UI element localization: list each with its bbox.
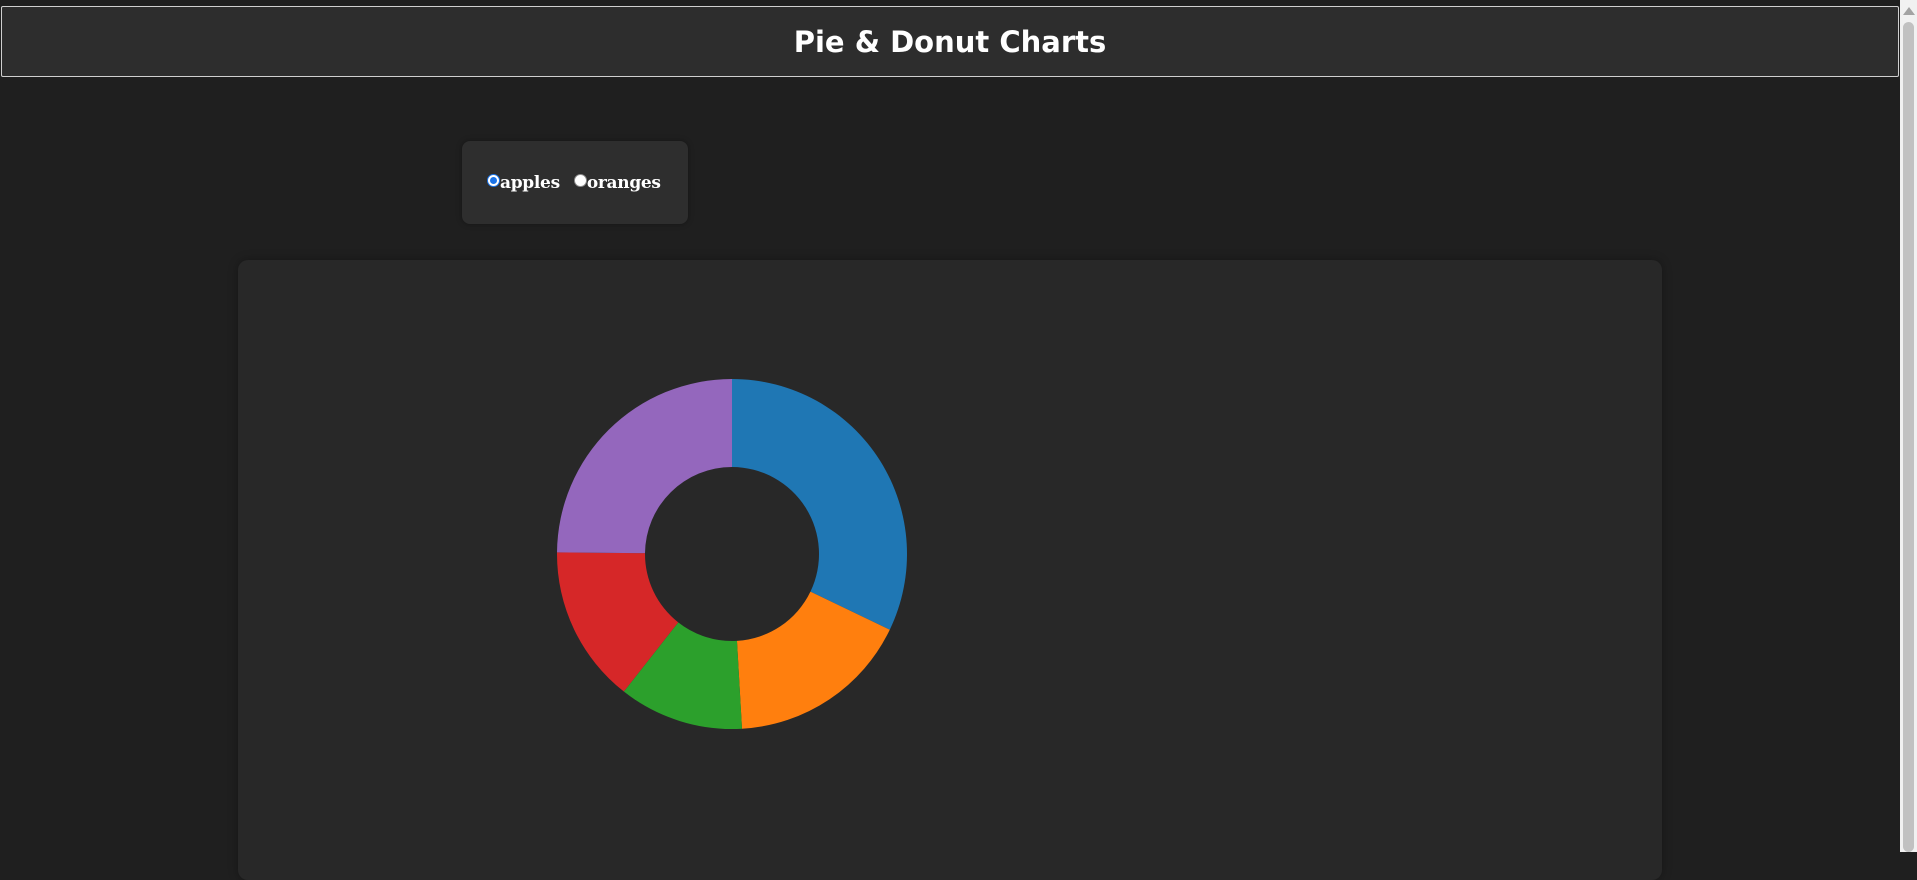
scroll-up-arrow-icon[interactable] xyxy=(1903,7,1915,15)
donut-chart xyxy=(557,379,907,729)
vertical-scrollbar[interactable] xyxy=(1900,0,1917,852)
chart-card xyxy=(238,260,1662,880)
page-title: Pie & Donut Charts xyxy=(793,24,1107,59)
page-header: Pie & Donut Charts xyxy=(1,6,1899,77)
radio-apples-label: apples xyxy=(500,172,560,193)
radio-apples-button[interactable] xyxy=(487,174,500,187)
dataset-selector: apples oranges xyxy=(462,141,688,224)
radio-oranges-label: oranges xyxy=(586,172,661,193)
donut-slice-5[interactable] xyxy=(557,379,732,554)
radio-apples[interactable]: apples xyxy=(487,173,560,193)
radio-oranges[interactable]: oranges xyxy=(573,172,661,193)
scrollbar-thumb[interactable] xyxy=(1903,22,1914,852)
radio-oranges-button[interactable] xyxy=(573,174,587,187)
donut-slice-1[interactable] xyxy=(732,379,907,630)
